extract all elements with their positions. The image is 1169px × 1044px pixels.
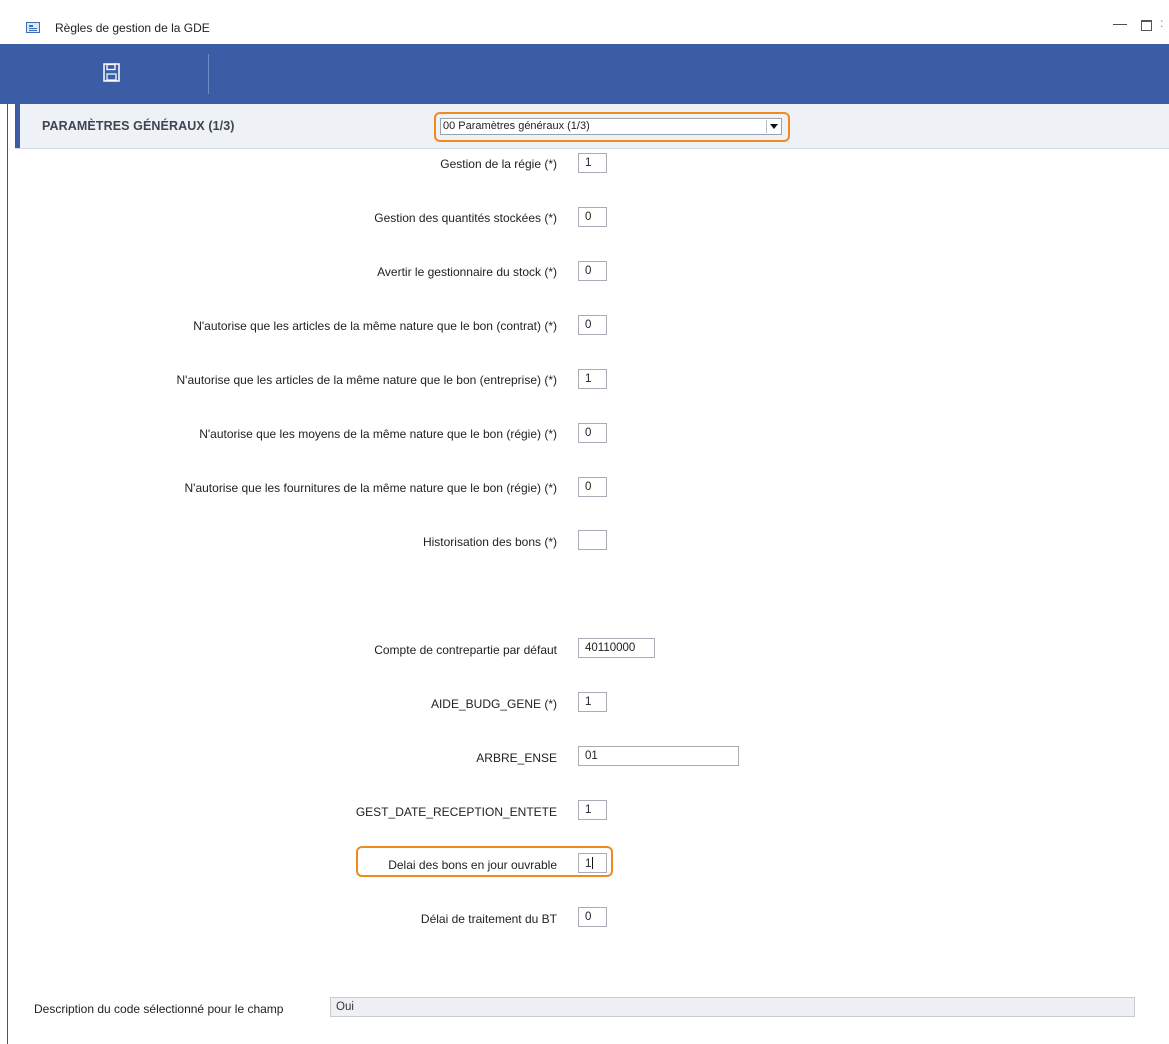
maximize-button[interactable]: [1141, 20, 1152, 31]
section-dropdown[interactable]: 00 Paramètres généraux (1/3): [440, 118, 782, 135]
description-label: Description du code sélectionné pour le …: [34, 1002, 284, 1016]
field-label: Delai des bons en jour ouvrable: [388, 858, 557, 872]
field-input[interactable]: [578, 530, 607, 550]
field-label: GEST_DATE_RECEPTION_ENTETE: [355, 805, 557, 819]
save-icon: [103, 63, 120, 82]
field-label: AIDE_BUDG_GENE (*): [430, 697, 557, 711]
field-input[interactable]: 0: [578, 477, 607, 497]
frame-border: [7, 104, 8, 1044]
window-title: Règles de gestion de la GDE: [55, 21, 210, 35]
focused-value: 1: [585, 858, 592, 870]
field-input[interactable]: 1: [578, 853, 607, 873]
field-label: Gestion des quantités stockées (*): [374, 211, 557, 225]
field-input[interactable]: 1: [578, 153, 607, 173]
minimize-button[interactable]: —: [1113, 14, 1127, 32]
field-input[interactable]: 0: [578, 315, 607, 335]
field-label: Avertir le gestionnaire du stock (*): [377, 265, 557, 279]
toolbar: [0, 44, 1169, 104]
toolbar-separator: [208, 54, 209, 94]
section-title: PARAMÈTRES GÉNÉRAUX (1/3): [42, 119, 235, 133]
section-dropdown-value: 00 Paramètres généraux (1/3): [443, 120, 590, 132]
field-input[interactable]: 0: [578, 907, 607, 927]
field-label: Historisation des bons (*): [422, 535, 557, 549]
field-input[interactable]: 0: [578, 207, 607, 227]
field-input[interactable]: 01: [578, 746, 739, 766]
field-label: N'autorise que les articles de la même n…: [193, 319, 557, 333]
chevron-down-icon[interactable]: [766, 120, 780, 133]
field-input[interactable]: 40110000: [578, 638, 655, 658]
field-input[interactable]: 1: [578, 369, 607, 389]
field-label: N'autorise que les articles de la même n…: [176, 373, 557, 387]
field-input[interactable]: 1: [578, 692, 607, 712]
field-label: Gestion de la régie (*): [440, 157, 557, 171]
field-label: N'autorise que les moyens de la même nat…: [199, 427, 557, 441]
field-input[interactable]: 0: [578, 423, 607, 443]
field-label: Délai de traitement du BT: [420, 912, 557, 926]
field-label: Compte de contrepartie par défaut: [374, 643, 557, 657]
save-button[interactable]: [96, 60, 126, 86]
form-icon: [26, 22, 40, 33]
field-label: N'autorise que les fournitures de la mêm…: [184, 481, 558, 495]
field-input[interactable]: 0: [578, 261, 607, 281]
description-field: Oui: [330, 997, 1135, 1017]
window-titlebar: Règles de gestion de la GDE — :: [0, 0, 1169, 45]
field-label: ARBRE_ENSE: [476, 751, 557, 765]
section-accent: [15, 104, 20, 148]
close-button[interactable]: :: [1160, 16, 1163, 30]
field-input[interactable]: 1: [578, 800, 607, 820]
